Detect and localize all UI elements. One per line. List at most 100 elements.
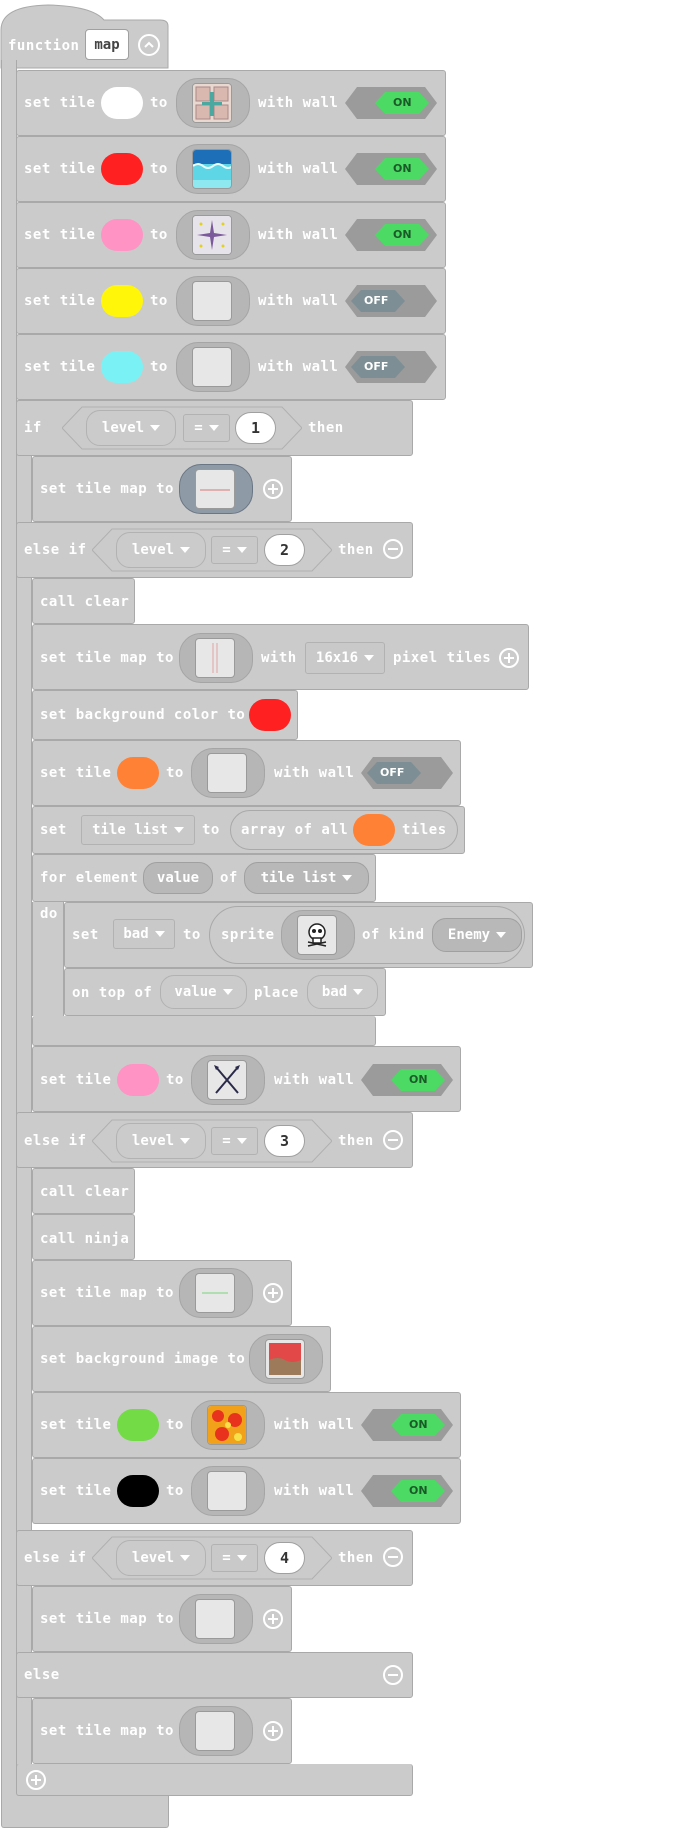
- else-block-header[interactable]: [16, 1652, 413, 1698]
- chevron-down-icon: [180, 547, 191, 553]
- value-variable[interactable]: value: [143, 862, 213, 894]
- tilemap-slot[interactable]: [179, 464, 253, 514]
- lava-tile-image: [207, 1405, 247, 1445]
- level-variable-dropdown[interactable]: level: [86, 410, 176, 446]
- tile-image-slot[interactable]: [176, 210, 250, 260]
- to-label: to: [166, 1417, 184, 1433]
- tile-image-slot[interactable]: [191, 748, 265, 798]
- function-name-field[interactable]: map: [85, 29, 129, 60]
- tilemap-slot[interactable]: [179, 1268, 253, 1318]
- tile-star-image: [192, 215, 232, 255]
- tile-empty-image: [192, 347, 232, 387]
- sprite-variable-dropdown[interactable]: bad: [307, 975, 378, 1009]
- tile-image-slot[interactable]: [176, 78, 250, 128]
- number-field[interactable]: 3: [264, 1125, 305, 1157]
- to-label: to: [183, 927, 201, 943]
- tile-color-swatch[interactable]: [353, 814, 395, 846]
- chevron-down-icon: [236, 1138, 247, 1144]
- tile-color-swatch[interactable]: [101, 285, 143, 317]
- on-top-of-label: on top of: [72, 985, 153, 1001]
- tile-color-swatch[interactable]: [101, 87, 143, 119]
- to-label: to: [150, 161, 168, 177]
- tile-list-variable-dropdown[interactable]: tile list: [244, 862, 369, 894]
- wall-toggle-off[interactable]: OFF: [345, 283, 437, 319]
- tilemap-slot[interactable]: [179, 1594, 253, 1644]
- operator-dropdown[interactable]: =: [211, 1127, 258, 1155]
- variable-name: level: [101, 420, 145, 436]
- wall-toggle-on[interactable]: ON: [345, 217, 437, 253]
- wall-toggle-on[interactable]: ON: [361, 1062, 453, 1098]
- bg-image-slot[interactable]: [249, 1334, 323, 1384]
- tile-list-variable-dropdown[interactable]: tile list: [81, 815, 195, 845]
- to-label: to: [150, 227, 168, 243]
- chevron-down-icon: [154, 931, 165, 937]
- add-icon[interactable]: [263, 1609, 283, 1629]
- chevron-down-icon: [364, 655, 375, 661]
- tile-color-swatch[interactable]: [101, 153, 143, 185]
- operator-dropdown[interactable]: =: [211, 1544, 258, 1572]
- value-variable-dropdown[interactable]: value: [160, 975, 247, 1009]
- sprite-kind-dropdown[interactable]: Enemy: [432, 918, 522, 952]
- wall-toggle-off[interactable]: OFF: [361, 755, 453, 791]
- tile-image-slot[interactable]: [176, 144, 250, 194]
- add-icon[interactable]: [263, 479, 283, 499]
- tilemap-slot[interactable]: [179, 1706, 253, 1756]
- array-of-all-label: array of all: [241, 822, 349, 838]
- remove-icon[interactable]: [383, 1130, 403, 1150]
- wall-toggle-on[interactable]: ON: [345, 151, 437, 187]
- bg-color-swatch[interactable]: [249, 699, 291, 731]
- tile-color-swatch[interactable]: [101, 351, 143, 383]
- to-label: to: [150, 293, 168, 309]
- else-if-keyword: else if: [24, 1550, 87, 1566]
- chevron-down-icon: [180, 1138, 191, 1144]
- number-field[interactable]: 1: [235, 412, 276, 444]
- wall-toggle-off[interactable]: OFF: [345, 349, 437, 385]
- add-icon[interactable]: [263, 1721, 283, 1741]
- else-if-keyword: else if: [24, 542, 87, 558]
- tile-image-slot[interactable]: [191, 1400, 265, 1450]
- level-variable-dropdown[interactable]: level: [116, 1123, 206, 1159]
- then-keyword: then: [308, 420, 344, 436]
- tile-color-swatch[interactable]: [117, 1409, 159, 1441]
- pixel-size-dropdown[interactable]: 16x16: [305, 642, 385, 674]
- tile-color-swatch[interactable]: [117, 1064, 159, 1096]
- add-else-if-icon[interactable]: [26, 1770, 46, 1790]
- do-label: do: [40, 906, 58, 922]
- tile-color-swatch[interactable]: [117, 1475, 159, 1507]
- number-field[interactable]: 4: [264, 1542, 305, 1574]
- add-icon[interactable]: [499, 648, 519, 668]
- tile-image-slot[interactable]: [191, 1466, 265, 1516]
- number-field[interactable]: 2: [264, 534, 305, 566]
- remove-icon[interactable]: [383, 1665, 403, 1685]
- wall-toggle-on[interactable]: ON: [345, 85, 437, 121]
- for-loop-foot: [32, 1016, 376, 1046]
- set-tilemap-label: set tile map to: [40, 1723, 174, 1739]
- wall-toggle-on[interactable]: ON: [361, 1407, 453, 1443]
- tile-color-swatch[interactable]: [117, 757, 159, 789]
- wall-toggle-on[interactable]: ON: [361, 1473, 453, 1509]
- remove-icon[interactable]: [383, 539, 403, 559]
- tile-empty-image: [207, 1471, 247, 1511]
- tile-color-swatch[interactable]: [101, 219, 143, 251]
- set-tile-label: set tile: [24, 227, 96, 243]
- place-label: place: [254, 985, 299, 1001]
- remove-icon[interactable]: [383, 1547, 403, 1567]
- sprite-image-slot[interactable]: [281, 910, 355, 960]
- sprite-variable-dropdown[interactable]: bad: [113, 919, 175, 949]
- collapse-icon[interactable]: [138, 34, 160, 56]
- level-variable-dropdown[interactable]: level: [116, 1540, 206, 1576]
- tile-image-slot[interactable]: [191, 1055, 265, 1105]
- level-variable-dropdown[interactable]: level: [116, 532, 206, 568]
- tile-image-slot[interactable]: [176, 342, 250, 392]
- skull-sprite-image: [297, 915, 337, 955]
- to-label: to: [150, 95, 168, 111]
- tile-image-slot[interactable]: [176, 276, 250, 326]
- chevron-down-icon: [208, 425, 219, 431]
- operator-dropdown[interactable]: =: [211, 536, 258, 564]
- chevron-down-icon: [150, 425, 161, 431]
- variable-name: level: [131, 542, 175, 558]
- operator-dropdown[interactable]: =: [183, 414, 230, 442]
- tilemap-slot[interactable]: [179, 633, 253, 683]
- add-icon[interactable]: [263, 1283, 283, 1303]
- set-tile-label: set tile: [40, 765, 112, 781]
